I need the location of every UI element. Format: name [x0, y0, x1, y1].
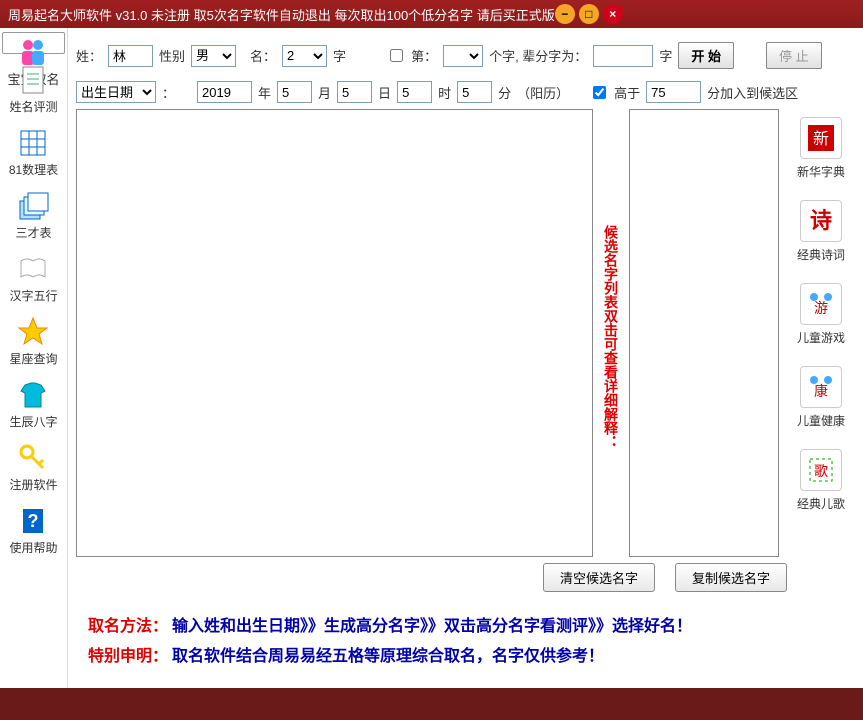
chars-select[interactable]: 2: [282, 45, 327, 67]
footer-notice-text: 取名软件结合周易易经五格等原理综合取名，名字仅供参考！: [172, 648, 604, 665]
nth-checkbox[interactable]: [390, 49, 403, 62]
minute-input[interactable]: [457, 81, 492, 103]
right-item-poetry[interactable]: 诗 经典诗词: [797, 200, 845, 263]
copy-candidates-button[interactable]: 复制候选名字: [675, 563, 787, 592]
gt-input[interactable]: [646, 81, 701, 103]
health-icon: 康: [800, 366, 842, 408]
svg-text:?: ?: [28, 511, 39, 531]
sidebar-item-zodiac[interactable]: 星座查询: [7, 314, 59, 369]
form-row-1: 姓： 性别 男 名： 2 字 第： 个字, 辈分字为： 字 开 始 停 止: [76, 36, 855, 75]
footer-notice-label: 特别申明：: [88, 648, 168, 665]
right-item-games[interactable]: 游 儿童游戏: [797, 283, 845, 346]
right-item-dictionary[interactable]: 新 新华字典: [797, 117, 845, 180]
xinhua-icon: 新: [800, 117, 842, 159]
sidebar-item-81-table[interactable]: 81数理表: [7, 125, 60, 180]
svg-text:歌: 歌: [814, 463, 828, 479]
nth-select[interactable]: [443, 45, 483, 67]
poetry-icon: 诗: [800, 200, 842, 242]
month-input[interactable]: [277, 81, 312, 103]
candidate-list[interactable]: [629, 109, 779, 557]
app-title: 周易起名大师软件 v31.0 未注册 取5次名字软件自动退出 每次取出100个低…: [8, 5, 555, 24]
svg-text:新: 新: [813, 130, 829, 148]
gt-checkbox[interactable]: [593, 86, 606, 99]
footer-method-label: 取名方法：: [88, 618, 168, 635]
stack-icon: [17, 190, 49, 222]
stop-button[interactable]: 停 止: [766, 42, 822, 69]
gender-select[interactable]: 男: [191, 45, 236, 67]
gt-label: 高于: [614, 83, 640, 102]
svg-text:诗: 诗: [810, 208, 832, 233]
clear-candidates-button[interactable]: 清空候选名字: [543, 563, 655, 592]
day-input[interactable]: [337, 81, 372, 103]
title-bar: 周易起名大师软件 v31.0 未注册 取5次名字软件自动退出 每次取出100个低…: [0, 0, 863, 28]
footer: 取名方法： 输入姓和出生日期》》生成高分名字》》双击高分名字看测评》》选择好名！…: [76, 598, 855, 680]
sidebar-item-name-eval[interactable]: 姓名评测: [7, 62, 59, 117]
sidebar-item-baby-name[interactable]: 宝宝取名: [2, 32, 64, 54]
book-icon: [17, 253, 49, 285]
gender-label: 性别: [159, 46, 185, 65]
footer-method-text: 输入姓和出生日期》》生成高分名字》》双击高分名字看测评》》选择好名！: [172, 618, 692, 635]
help-icon: ?: [17, 505, 49, 537]
shirt-icon: [17, 379, 49, 411]
song-icon: 歌: [800, 449, 842, 491]
sidebar-item-bazi[interactable]: 生辰八字: [7, 377, 59, 432]
left-sidebar: 宝宝取名 姓名评测 81数理表 三才表 汉字五行 星座查询 生辰八字 注册软件: [0, 28, 68, 688]
nth-label: 第：: [411, 46, 437, 65]
game-icon: 游: [800, 283, 842, 325]
svg-text:康: 康: [814, 383, 828, 399]
surname-label: 姓：: [76, 46, 102, 65]
sidebar-item-register[interactable]: 注册软件: [7, 440, 59, 495]
minimize-button[interactable]: −: [555, 4, 575, 24]
sidebar-item-help[interactable]: ? 使用帮助: [7, 503, 59, 558]
results-list[interactable]: [76, 109, 593, 557]
birth-select[interactable]: 出生日期: [76, 81, 156, 103]
close-button[interactable]: ×: [603, 4, 623, 24]
candidate-vertical-label: 候选名字列表双击可查看详细解释：: [601, 109, 621, 557]
sidebar-item-wuxing[interactable]: 汉字五行: [7, 251, 59, 306]
start-button[interactable]: 开 始: [678, 42, 734, 69]
form-row-2: 出生日期 ： 年 月 日 时 分 （阳历） 高于 分加入到候选区: [76, 75, 855, 109]
year-input[interactable]: [197, 81, 252, 103]
sidebar-item-sancai[interactable]: 三才表: [13, 188, 53, 243]
right-item-songs[interactable]: 歌 经典儿歌: [797, 449, 845, 512]
right-item-health[interactable]: 康 儿童健康: [797, 366, 845, 429]
grid-icon: [17, 127, 49, 159]
svg-text:游: 游: [814, 300, 828, 316]
document-icon: [17, 64, 49, 96]
maximize-button[interactable]: □: [579, 4, 599, 24]
right-sidebar: 新 新华字典 诗 经典诗词 游 儿童游戏 康 儿童健康 歌 经典儿歌: [787, 109, 855, 557]
hour-input[interactable]: [397, 81, 432, 103]
generation-input[interactable]: [593, 45, 653, 67]
star-icon: [17, 316, 49, 348]
name-label: 名：: [250, 46, 276, 65]
surname-input[interactable]: [108, 45, 153, 67]
key-icon: [17, 442, 49, 474]
